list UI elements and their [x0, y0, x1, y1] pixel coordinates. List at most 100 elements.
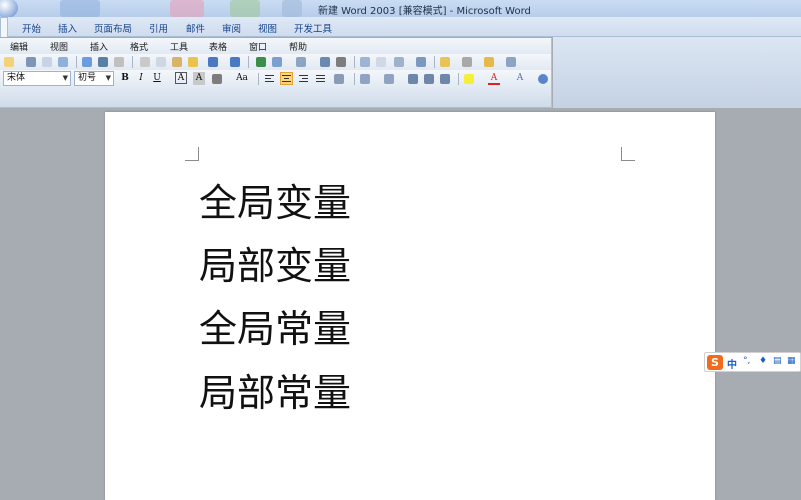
- italic-button[interactable]: I: [135, 72, 147, 85]
- tab-mailings[interactable]: 邮件: [186, 21, 205, 35]
- office-button[interactable]: [0, 0, 18, 18]
- align-left-icon[interactable]: [264, 73, 275, 84]
- menu-insert[interactable]: 插入: [90, 40, 108, 53]
- document-page[interactable]: 全局变量 局部变量 全局常量 局部常量: [105, 112, 715, 500]
- tab-active-edge: [0, 17, 8, 37]
- separator: [458, 73, 459, 85]
- drawing-icon[interactable]: [336, 57, 346, 67]
- spelling-icon[interactable]: [82, 57, 92, 67]
- numbering-icon[interactable]: [360, 74, 370, 84]
- tab-home[interactable]: 开始: [22, 21, 41, 35]
- separator: [76, 56, 77, 68]
- align-right-icon[interactable]: [298, 73, 309, 84]
- show-hide-icon[interactable]: [376, 57, 386, 67]
- menu-tools[interactable]: 工具: [170, 40, 188, 53]
- document-line[interactable]: 局部变量: [199, 235, 351, 290]
- cut-icon[interactable]: [140, 57, 150, 67]
- line-spacing-icon[interactable]: [334, 74, 344, 84]
- tab-page-layout[interactable]: 页面布局: [94, 21, 132, 35]
- font-size-value: 初号: [78, 73, 97, 83]
- zoom-icon[interactable]: [394, 57, 404, 67]
- document-line[interactable]: 全局常量: [199, 298, 351, 353]
- tab-developer[interactable]: 开发工具: [294, 21, 332, 35]
- ime-status-bar[interactable]: S 中 °, ♦ ▤ ▦: [704, 352, 801, 372]
- toolbar-bottom-strip: [0, 88, 552, 108]
- underline-button[interactable]: U: [151, 72, 163, 85]
- format-painter-icon[interactable]: [188, 57, 198, 67]
- print-icon[interactable]: [26, 57, 36, 67]
- skin-icon[interactable]: ▦: [787, 356, 796, 366]
- chevron-down-icon[interactable]: ▼: [63, 72, 68, 85]
- tables-borders-icon[interactable]: [272, 57, 282, 67]
- ribbon-tab-bar: 开始 插入 页面布局 引用 邮件 审阅 视图 开发工具: [0, 17, 801, 37]
- sort-icon[interactable]: [440, 74, 450, 84]
- menu-help[interactable]: 帮助: [289, 40, 307, 53]
- undo-icon[interactable]: [208, 57, 218, 67]
- menu-format[interactable]: 格式: [130, 40, 148, 53]
- separator: [258, 73, 259, 85]
- full-screen-icon[interactable]: [416, 57, 426, 67]
- scale-icon[interactable]: [212, 74, 222, 84]
- translate-icon[interactable]: [114, 57, 124, 67]
- columns-icon[interactable]: [320, 57, 330, 67]
- envelope-icon[interactable]: [484, 57, 494, 67]
- char-border-button[interactable]: A: [175, 72, 187, 84]
- document-line[interactable]: 全局变量: [199, 172, 351, 227]
- increase-indent-icon[interactable]: [424, 74, 434, 84]
- font-size-combo[interactable]: 初号 ▼: [74, 71, 114, 86]
- document-line[interactable]: 局部常量: [199, 362, 351, 417]
- ribbon-empty-area: [553, 37, 801, 108]
- copy-icon[interactable]: [156, 57, 166, 67]
- char-shading-button[interactable]: A: [193, 72, 205, 85]
- tab-insert[interactable]: 插入: [58, 21, 77, 35]
- hyperlink-icon[interactable]: [256, 57, 266, 67]
- separator: [248, 56, 249, 68]
- read-mode-icon[interactable]: [58, 57, 68, 67]
- decrease-indent-icon[interactable]: [408, 74, 418, 84]
- tab-view[interactable]: 视图: [258, 21, 277, 35]
- crop-mark-top-left: [185, 147, 199, 161]
- menu-view[interactable]: 视图: [50, 40, 68, 53]
- document-map-icon[interactable]: [360, 57, 370, 67]
- crop-mark-top-right: [621, 147, 635, 161]
- menu-table[interactable]: 表格: [209, 40, 227, 53]
- separator: [132, 56, 133, 68]
- bold-button[interactable]: B: [119, 72, 131, 85]
- background-blob: [170, 0, 204, 17]
- menu-window[interactable]: 窗口: [249, 40, 267, 53]
- font-color-icon[interactable]: A: [488, 72, 500, 85]
- justify-icon[interactable]: [315, 73, 326, 84]
- options-icon[interactable]: [506, 57, 516, 67]
- print-preview-icon[interactable]: [42, 57, 52, 67]
- separator: [354, 73, 355, 85]
- font-name-value: 宋体: [7, 73, 26, 83]
- ime-logo[interactable]: S: [707, 355, 723, 370]
- bullets-icon[interactable]: [384, 74, 394, 84]
- redo-icon[interactable]: [230, 57, 240, 67]
- paste-icon[interactable]: [172, 57, 182, 67]
- change-case-button[interactable]: Aa: [234, 72, 250, 85]
- chevron-down-icon[interactable]: ▼: [106, 72, 111, 85]
- macro-icon[interactable]: [462, 57, 472, 67]
- formatting-toolbar: 宋体 ▼ 初号 ▼ B I U A A Aa A A: [0, 70, 552, 88]
- text-effects-icon[interactable]: A: [514, 72, 526, 85]
- help-icon[interactable]: [538, 74, 548, 84]
- background-blob: [230, 0, 260, 17]
- keyboard-icon[interactable]: ▤: [773, 356, 782, 366]
- microphone-icon[interactable]: ♦: [759, 356, 767, 366]
- research-icon[interactable]: [98, 57, 108, 67]
- font-name-combo[interactable]: 宋体 ▼: [3, 71, 71, 86]
- folder-icon[interactable]: [440, 57, 450, 67]
- window-title: 新建 Word 2003 [兼容模式] - Microsoft Word: [318, 6, 531, 17]
- align-center-icon[interactable]: [280, 72, 293, 85]
- highlight-icon[interactable]: [464, 74, 474, 84]
- background-blob: [282, 0, 302, 17]
- punctuation-icon[interactable]: °,: [743, 356, 750, 366]
- ime-mode-toggle[interactable]: 中: [727, 356, 737, 371]
- menu-edit[interactable]: 编辑: [10, 40, 28, 53]
- tab-references[interactable]: 引用: [149, 21, 168, 35]
- separator: [434, 56, 435, 68]
- insert-table-icon[interactable]: [296, 57, 306, 67]
- new-document-icon[interactable]: [4, 57, 14, 67]
- tab-review[interactable]: 审阅: [222, 21, 241, 35]
